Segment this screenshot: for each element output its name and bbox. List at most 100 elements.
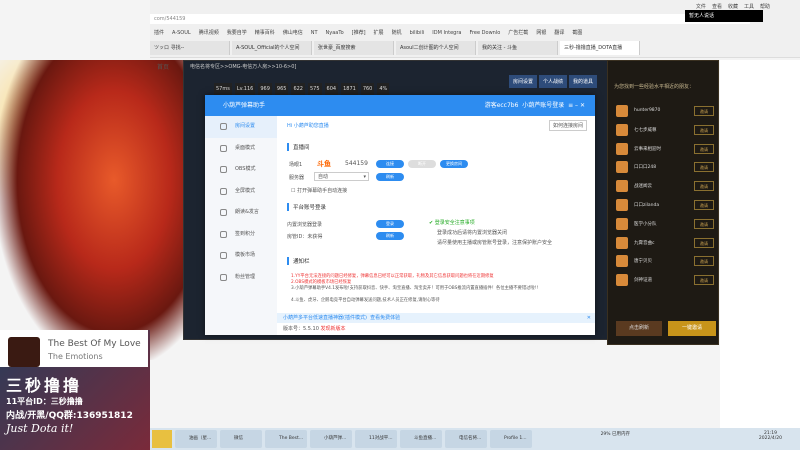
shield-check-icon: ✔ [429,220,434,226]
help-button[interactable]: 如何连接房间 [548,120,587,131]
taskbar-app[interactable]: 小葫芦弹... [310,430,352,448]
browser-tab[interactable]: Asoul二创计图的个人空间 [396,41,476,55]
bookmarks-bar: 插件 A-SOUL 腾讯视频 我要自学 精事百科 佛山电信 NT NyaaTo [推荐] 扩展 随机… [150,28,800,38]
auto-connect-checkbox[interactable]: ☐ 打开弹幕助手自动连接 [291,187,347,194]
sidebar-item[interactable]: OBS模式 [205,159,277,181]
menu-file[interactable]: 文件 [696,3,706,10]
menu-favorites[interactable]: 收藏 [728,3,738,10]
invite-button[interactable]: 邀请 [694,200,714,210]
friend-invite-panel: 为您找到一些经验水平相近的朋友： 点击刷新 一键邀请 hunter9870 邀请七… [607,60,719,345]
bookmark[interactable]: 随机 [392,28,402,38]
menu-help[interactable]: 帮助 [760,3,770,10]
taskbar-app[interactable]: 油画（星... [175,430,217,448]
bookmark[interactable]: Free Downlo [469,28,500,38]
taskbar-app[interactable]: The Best... [265,430,307,448]
sidebar-item[interactable]: 粉丝管理 [205,267,277,289]
tab-my-items[interactable]: 我的道具 [569,75,598,88]
bookmark[interactable]: 插件 [154,28,164,38]
main-panel: Hi 小葫芦助您直播 如何连接房间 直播间 场眼1 斗鱼 544159 连接 断… [277,116,595,335]
taskbar-app[interactable]: 斗鱼直播... [400,430,442,448]
refresh-button[interactable]: 点击刷新 [616,321,662,336]
invite-button[interactable]: 邀请 [694,237,714,248]
menu-tools[interactable]: 工具 [744,3,754,10]
bookmark[interactable]: 佛山电信 [283,28,303,38]
browser-tab[interactable]: 张世豪_百度搜索 [314,41,394,55]
browser-tab[interactable]: ツッロ 寻找-- [150,41,230,55]
sidebar-item[interactable]: 房间设置 [205,116,277,138]
bookmark[interactable]: 我要自学 [227,28,247,38]
bookmark[interactable]: [推荐] [352,28,366,38]
login-link[interactable]: 小葫芦账号登录 [522,102,564,109]
start-button[interactable] [152,430,172,448]
tab-personal-record[interactable]: 个人战绩 [539,75,568,88]
close-icon[interactable]: ✕ [580,102,585,109]
address-bar[interactable]: com/544159 [150,14,750,24]
disconnect-button[interactable]: 断开 [408,160,436,168]
sidebar-item[interactable]: 签到积分 [205,224,277,246]
refresh-server-button[interactable]: 刷新 [376,173,404,181]
sidebar-item[interactable]: 桌面模式 [205,138,277,160]
friend-name: 战迷闻云 [634,184,652,190]
menu-view[interactable]: 查看 [712,3,722,10]
friend-row: 口口口248 邀请 [614,161,714,175]
home-link[interactable]: 首页 [157,62,169,71]
sidebar-icon [220,209,227,216]
server-select[interactable]: 自动 ▾ [314,172,369,181]
browser-tab[interactable]: 三秒-撸撸直播_DOTA直播 [560,41,640,55]
taskbar-app[interactable]: Profile 1... [490,430,532,448]
bookmark[interactable]: NyaaTo [326,28,344,38]
invite-button[interactable]: 邀请 [694,124,714,135]
sidebar-icon [220,273,227,281]
invite-button[interactable]: 邀请 [694,162,714,173]
bookmark[interactable]: 广告拦截 [508,28,528,38]
friend-row: 战迷闻云 邀请 [614,180,714,194]
invite-button[interactable]: 邀请 [694,181,714,192]
tab-room-settings[interactable]: 房间设置 [509,75,538,88]
refresh-manager-button[interactable]: 刷新 [376,232,404,240]
invite-button[interactable]: 邀请 [694,275,714,286]
browser-tab[interactable]: 我的关注 - 斗鱼 [478,41,558,55]
sidebar-icon [220,187,227,195]
sidebar-icon [220,166,227,173]
sidebar-item-label: 粉丝管理 [235,273,256,280]
friend-name: 医学小分队 [634,221,657,227]
bookmark[interactable]: NT [311,28,318,38]
invite-button[interactable]: 邀请 [694,256,714,267]
promo-link[interactable]: 查看免费体验 [370,315,400,321]
bookmark[interactable]: 网银 [536,28,546,38]
invite-button[interactable]: 邀请 [694,143,714,154]
login-button[interactable]: 登录 [376,220,404,228]
chat-toast: 暂无人说话 [685,10,763,22]
bookmark[interactable]: 截图 [572,28,582,38]
taskbar-app[interactable]: 11对战平... [355,430,397,448]
browser-tab[interactable]: A-SOUL_Official的个人空间 [232,41,312,55]
invite-button[interactable]: 邀请 [694,218,714,229]
bookmark[interactable]: 精事百科 [255,28,275,38]
sidebar-item[interactable]: 全屏模式 [205,181,277,203]
bookmark[interactable]: A-SOUL [172,28,191,38]
stat-value: 4% [377,83,390,95]
invite-all-button[interactable]: 一键邀请 [668,321,716,336]
connect-button[interactable]: 连接 [376,160,404,168]
taskbar-app[interactable]: 电信名将... [445,430,487,448]
bookmark[interactable]: 翻译 [554,28,564,38]
invite-button[interactable]: 邀请 [694,106,714,116]
bookmark[interactable]: 腾讯视频 [199,28,219,38]
minimize-icon[interactable]: – [575,102,578,109]
bookmark[interactable]: bilibili [410,28,425,38]
change-room-button[interactable]: 更换房间 [440,160,468,168]
menu-icon[interactable]: ≡ [568,102,573,109]
sidebar-item[interactable]: 朗读&发言 [205,202,277,224]
stat-value: 965 [274,83,289,95]
taskbar: 油画（星... 微信 The Best... 小葫芦弹... 11对战平... 斗鱼直播.… [150,428,800,450]
bookmark[interactable]: IDM Integra [432,28,461,38]
friend-avatar [616,255,628,268]
taskbar-app[interactable]: 微信 [220,430,262,448]
update-link[interactable]: 发现新版本 [321,326,346,332]
close-banner-icon[interactable]: ✕ [587,313,591,323]
sidebar-item[interactable]: 模板市场 [205,245,277,267]
friend-avatar [616,217,628,230]
friend-avatar [616,199,628,211]
friend-name: 唐宁贝贝 [634,259,652,265]
bookmark[interactable]: 扩展 [374,28,384,38]
